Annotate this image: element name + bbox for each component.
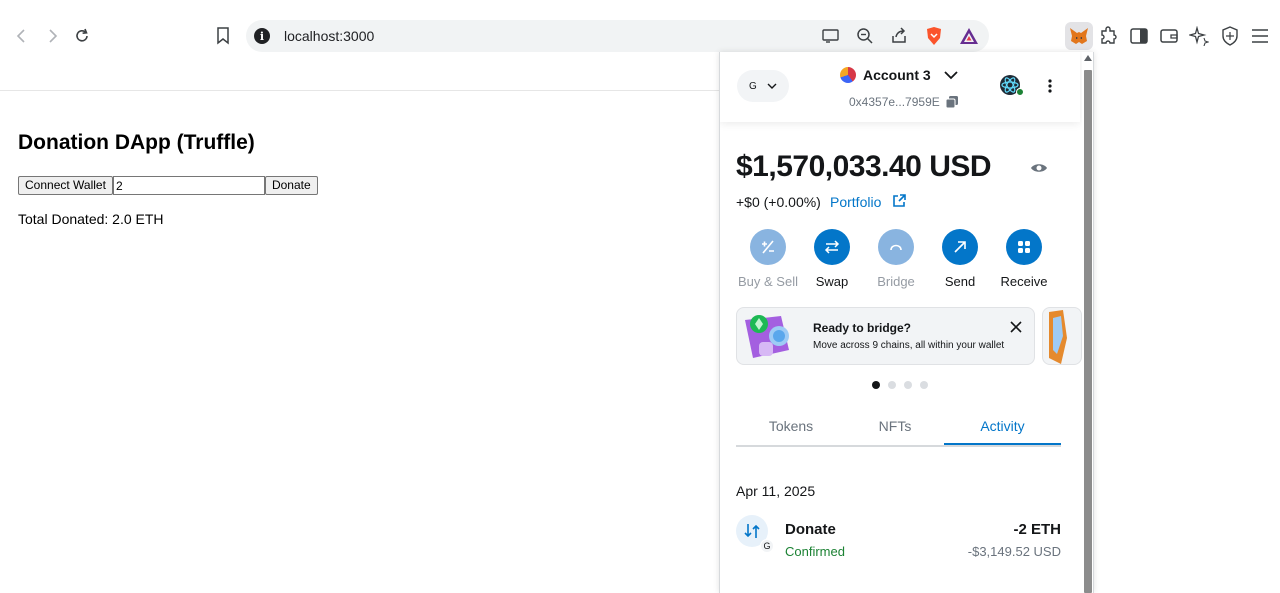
- send-label: Send: [944, 274, 976, 289]
- buy-sell-label: Buy & Sell: [738, 274, 798, 289]
- bridge-banner[interactable]: Ready to bridge? Move across 9 chains, a…: [736, 307, 1035, 365]
- bridge-button[interactable]: Bridge: [866, 229, 926, 289]
- metamask-popup: G Account 3 0x4357e...7959E $1,570,033.4…: [719, 52, 1094, 593]
- menu-icon[interactable]: [1248, 24, 1272, 48]
- send-button[interactable]: Send: [930, 229, 990, 289]
- brave-shield-icon[interactable]: [924, 26, 944, 46]
- account-avatar[interactable]: [840, 67, 856, 83]
- bookmark-icon[interactable]: [211, 24, 235, 48]
- balance-display: $1,570,033.40 USD: [736, 150, 992, 184]
- total-donated: Total Donated: 2.0 ETH: [18, 211, 164, 227]
- activity-amount: -2 ETH: [1013, 521, 1061, 538]
- carousel-dot[interactable]: [872, 381, 880, 389]
- eye-icon[interactable]: [1030, 160, 1048, 176]
- share-icon[interactable]: [889, 26, 909, 46]
- swap-icon: [814, 229, 850, 265]
- copy-icon[interactable]: [945, 95, 959, 109]
- brave-rewards-icon[interactable]: [959, 26, 979, 46]
- tab-nfts[interactable]: NFTs: [840, 418, 950, 434]
- extensions-icon[interactable]: [1097, 24, 1121, 48]
- bridge-label: Bridge: [877, 274, 915, 289]
- activity-status: Confirmed: [785, 544, 845, 559]
- vpn-icon[interactable]: [1218, 24, 1242, 48]
- amount-input[interactable]: [112, 176, 265, 195]
- reload-icon[interactable]: [70, 24, 94, 48]
- receive-label: Receive: [1000, 274, 1048, 289]
- carousel-dot[interactable]: [920, 381, 928, 389]
- page-title: Donation DApp (Truffle): [18, 131, 255, 154]
- page-divider: [0, 90, 720, 91]
- bridge-icon: [878, 229, 914, 265]
- forward-icon[interactable]: [40, 24, 64, 48]
- active-tab-indicator: [944, 443, 1061, 445]
- carousel-dot[interactable]: [888, 381, 896, 389]
- bridge-illustration-icon: [745, 315, 789, 358]
- tab-tokens[interactable]: Tokens: [736, 418, 846, 434]
- banner-subtitle: Move across 9 chains, all within your wa…: [813, 340, 1005, 351]
- connected-status-dot: [1016, 88, 1024, 96]
- sidebar-icon[interactable]: [1127, 24, 1151, 48]
- network-initial: G: [749, 80, 757, 92]
- wallet-tabs: Tokens NFTs Activity: [736, 412, 1061, 447]
- site-info-icon[interactable]: i: [254, 28, 270, 44]
- address-bar[interactable]: i localhost:3000: [246, 20, 989, 52]
- wallet-header: G Account 3 0x4357e...7959E: [720, 52, 1080, 122]
- activity-title[interactable]: Donate: [785, 521, 836, 538]
- next-banner-illustration-icon: [1049, 310, 1067, 364]
- swap-label: Swap: [815, 274, 849, 289]
- scrollbar[interactable]: [1082, 52, 1093, 593]
- chevron-down-icon: [767, 83, 777, 89]
- receive-button[interactable]: Receive: [994, 229, 1054, 289]
- buy-sell-icon: [750, 229, 786, 265]
- banner-title: Ready to bridge?: [813, 321, 912, 335]
- carousel-dots: [872, 381, 928, 389]
- connect-wallet-button[interactable]: Connect Wallet: [18, 176, 113, 195]
- wallet-icon[interactable]: [1157, 24, 1181, 48]
- network-badge: G: [760, 539, 774, 553]
- donation-form: Connect Wallet Donate: [18, 176, 318, 195]
- scroll-up-icon[interactable]: [1084, 55, 1092, 61]
- activity-date: Apr 11, 2025: [736, 483, 816, 499]
- leo-ai-icon[interactable]: [1187, 24, 1211, 48]
- buy-sell-button[interactable]: Buy & Sell: [738, 229, 798, 289]
- qr-code-icon: [1006, 229, 1042, 265]
- balance-currency: USD: [929, 150, 992, 183]
- url-text: localhost:3000: [284, 28, 375, 44]
- external-link-icon[interactable]: [891, 193, 907, 209]
- network-picker[interactable]: G: [737, 70, 789, 102]
- carousel-dot[interactable]: [904, 381, 912, 389]
- activity-fiat: -$3,149.52 USD: [967, 544, 1061, 559]
- swap-button[interactable]: Swap: [802, 229, 862, 289]
- balance-amount: $1,570,033.40: [736, 150, 922, 183]
- cast-icon[interactable]: [821, 26, 841, 46]
- balance-change: +$0 (+0.00%): [736, 194, 821, 210]
- send-arrow-icon: [942, 229, 978, 265]
- scrollbar-thumb[interactable]: [1084, 70, 1092, 593]
- next-banner[interactable]: [1042, 307, 1082, 365]
- donate-button[interactable]: Donate: [264, 176, 318, 195]
- account-address[interactable]: 0x4357e...7959E: [849, 95, 940, 109]
- account-chevron-icon[interactable]: [944, 66, 958, 84]
- back-icon[interactable]: [10, 24, 34, 48]
- tab-activity[interactable]: Activity: [944, 418, 1061, 434]
- close-icon[interactable]: [1009, 320, 1023, 334]
- zoom-icon[interactable]: [855, 26, 875, 46]
- account-name[interactable]: Account 3: [863, 67, 931, 83]
- more-options-icon[interactable]: [1040, 76, 1060, 96]
- portfolio-link[interactable]: Portfolio: [830, 194, 881, 210]
- metamask-extension-icon[interactable]: [1065, 22, 1093, 50]
